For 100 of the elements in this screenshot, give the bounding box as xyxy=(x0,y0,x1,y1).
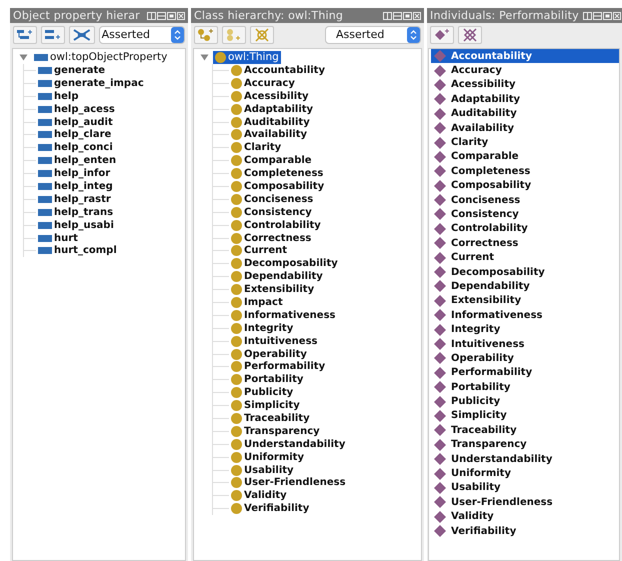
tree-item[interactable]: Performability xyxy=(229,360,328,374)
individual-item[interactable]: Transparency xyxy=(431,438,619,452)
tree-item[interactable]: help_enten xyxy=(36,154,118,168)
tree-item[interactable]: Composability xyxy=(229,180,326,193)
individual-item[interactable]: Extensibility xyxy=(431,294,619,308)
individual-item[interactable]: Uniformity xyxy=(431,466,619,481)
tree-item[interactable]: Understandability xyxy=(229,438,348,451)
individual-item[interactable]: Publicity xyxy=(431,394,619,409)
tree-item[interactable]: help_trans xyxy=(36,206,116,219)
tree-item[interactable]: Acessibility xyxy=(229,90,311,103)
view-controls-icon[interactable] xyxy=(147,12,185,20)
individual-item[interactable]: Accuracy xyxy=(431,63,619,78)
individual-item[interactable]: Simplicity xyxy=(431,408,619,424)
individual-item[interactable]: Portability xyxy=(431,380,619,394)
tree-item[interactable]: Usability xyxy=(229,464,296,477)
individual-item[interactable]: Conciseness xyxy=(431,192,619,208)
individual-item[interactable]: Completeness xyxy=(431,164,619,179)
tree-item[interactable]: help_clare xyxy=(36,128,114,142)
tree-item[interactable]: Current xyxy=(229,244,290,258)
tree-item[interactable]: Portability xyxy=(229,373,306,386)
hierarchy-mode-dropdown[interactable]: Asserted xyxy=(98,26,185,44)
individual-item[interactable]: Traceability xyxy=(431,423,619,438)
individual-item[interactable]: User-Friendleness xyxy=(431,495,619,510)
add-sub-property-button[interactable] xyxy=(13,26,37,44)
tree-item[interactable]: Verifiability xyxy=(229,502,312,516)
individual-item[interactable]: Controlability xyxy=(431,222,619,236)
individual-item[interactable]: Adaptability xyxy=(431,92,619,107)
tree-item[interactable]: Dependability xyxy=(229,270,325,284)
tree-item[interactable]: Integrity xyxy=(229,322,296,335)
add-sibling-property-button[interactable] xyxy=(41,26,65,44)
delete-property-button[interactable] xyxy=(69,26,95,44)
tree-item[interactable]: generate_impac xyxy=(36,76,146,90)
tree-item[interactable]: Conciseness xyxy=(229,192,316,206)
individual-item[interactable]: Usability xyxy=(431,480,619,496)
tree-item[interactable]: Uniformity xyxy=(229,450,306,464)
delete-individual-button[interactable] xyxy=(458,26,482,44)
individual-item[interactable]: Current xyxy=(431,250,619,265)
tree-item[interactable]: hurt_compl xyxy=(36,244,119,258)
tree-item[interactable]: help xyxy=(36,90,80,103)
individual-item[interactable]: Validity xyxy=(431,510,619,524)
individual-item[interactable]: Decomposability xyxy=(431,264,619,280)
individual-item[interactable]: Acessibility xyxy=(431,78,619,92)
tree-item[interactable]: Extensibility xyxy=(229,283,316,296)
individual-item[interactable]: Auditability xyxy=(431,106,619,121)
tree-item[interactable]: Correctness xyxy=(229,232,314,245)
tree-item[interactable]: help_infor xyxy=(36,167,112,180)
tree-item[interactable]: Traceability xyxy=(229,412,312,425)
view-controls-icon[interactable] xyxy=(383,12,421,20)
tree-item[interactable]: Accuracy xyxy=(229,76,297,90)
tree-item[interactable]: Accountability xyxy=(229,64,327,77)
tree-item[interactable]: Decomposability xyxy=(229,257,340,270)
tree-item[interactable]: Controlability xyxy=(229,218,323,232)
individual-item[interactable]: Understandability xyxy=(431,452,619,466)
tree-item[interactable]: owl:topObjectProperty xyxy=(32,51,170,64)
tree-item[interactable]: Completeness xyxy=(229,167,326,180)
individual-item[interactable]: Verifiability xyxy=(431,524,619,538)
individual-item[interactable]: Integrity xyxy=(431,322,619,337)
tree-item[interactable]: Impact xyxy=(229,296,285,309)
tree-item[interactable]: help_rastr xyxy=(36,192,113,206)
delete-class-button[interactable] xyxy=(250,26,274,44)
tree-item[interactable]: Publicity xyxy=(229,386,296,400)
individual-item[interactable]: Accountability xyxy=(431,49,619,64)
hierarchy-mode-dropdown[interactable]: Asserted xyxy=(325,26,421,44)
individual-item[interactable]: Informativeness xyxy=(431,308,619,322)
tree-item[interactable]: help_usabi xyxy=(36,218,116,232)
tree-item[interactable]: Validity xyxy=(229,489,289,502)
individual-item[interactable]: Availability xyxy=(431,120,619,136)
tree-item[interactable]: Comparable xyxy=(229,154,314,168)
tree-item[interactable]: Intuitiveness xyxy=(229,334,320,348)
tree-item[interactable]: Availability xyxy=(229,128,309,142)
add-subclass-button[interactable] xyxy=(194,26,218,44)
individual-item[interactable]: Clarity xyxy=(431,135,619,150)
expand-triangle-icon[interactable] xyxy=(200,54,209,61)
individual-item[interactable]: Dependability xyxy=(431,279,619,294)
tree-item[interactable]: help_conci xyxy=(36,141,115,154)
individual-item[interactable]: Intuitiveness xyxy=(431,336,619,352)
tree-item[interactable]: Clarity xyxy=(229,141,284,154)
tree-item[interactable]: hurt xyxy=(36,232,80,245)
tree-item[interactable]: Informativeness xyxy=(229,308,338,322)
expand-triangle-icon[interactable] xyxy=(19,54,28,61)
individual-item[interactable]: Composability xyxy=(431,178,619,193)
individual-item[interactable]: Operability xyxy=(431,351,619,366)
tree-item[interactable]: help_audit xyxy=(36,116,115,129)
tree-item[interactable]: Operability xyxy=(229,348,309,361)
view-controls-icon[interactable] xyxy=(582,12,621,20)
individual-item[interactable]: Correctness xyxy=(431,236,619,250)
tree-item[interactable]: Auditability xyxy=(229,116,312,129)
tree-item[interactable]: User-Friendleness xyxy=(229,476,348,490)
tree-item[interactable]: generate xyxy=(36,64,108,77)
add-individual-button[interactable] xyxy=(430,26,454,44)
individual-item[interactable]: Performability xyxy=(431,366,619,380)
tree-item[interactable]: owl:Thing xyxy=(213,51,281,64)
tree-item[interactable]: Adaptability xyxy=(229,102,316,116)
tree-item[interactable]: help_acess xyxy=(36,102,117,116)
individual-item[interactable]: Comparable xyxy=(431,150,619,164)
tree-item[interactable]: Transparency xyxy=(229,424,322,438)
tree-item[interactable]: Consistency xyxy=(229,206,314,219)
individual-item[interactable]: Consistency xyxy=(431,207,619,222)
tree-item[interactable]: Simplicity xyxy=(229,399,302,412)
tree-item[interactable]: help_integ xyxy=(36,180,115,193)
